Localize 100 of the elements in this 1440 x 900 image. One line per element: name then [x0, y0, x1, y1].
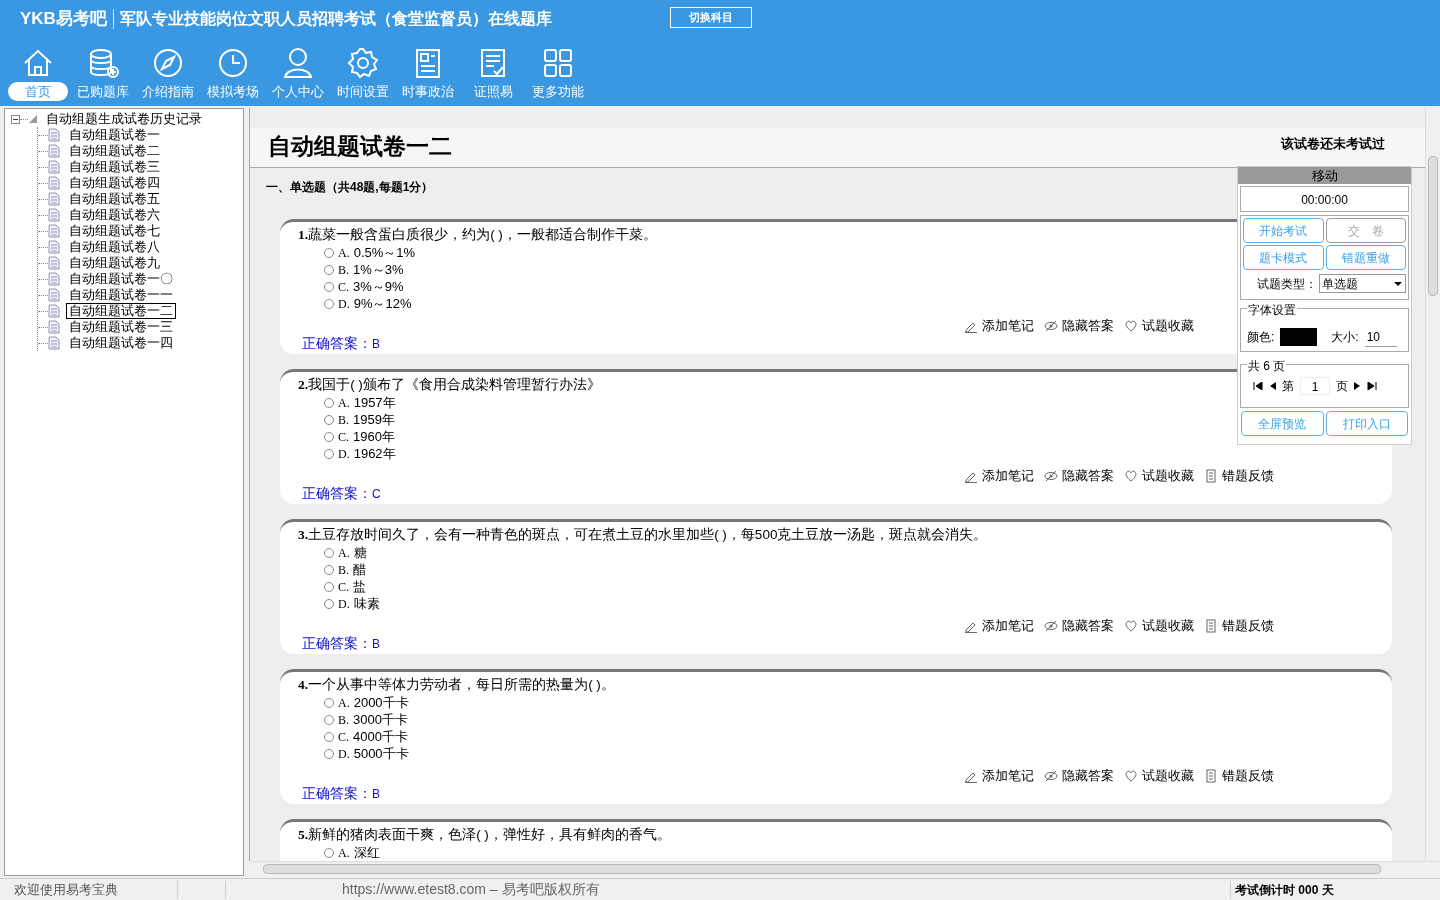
page-suffix: 页 [1336, 378, 1348, 395]
document-icon [1204, 468, 1218, 483]
question-text: 3.土豆存放时间久了，会有一种青色的斑点，可在煮土豆的水里加些( )，每500克土豆放一汤匙，斑点就会消失。 [298, 526, 988, 544]
tree-root[interactable]: 自动组题生成试卷历史记录 [46, 109, 202, 129]
option-label: A. [338, 544, 350, 562]
previous-page-icon[interactable] [1269, 382, 1276, 390]
status-copyright: https://www.etest8.com – 易考吧版权所有 [341, 880, 601, 899]
document-icon [1204, 768, 1218, 783]
radio-button[interactable] [324, 598, 334, 609]
action-link[interactable]: 试题收藏 [1142, 616, 1194, 636]
tree-item[interactable]: 自动组题试卷一二 [66, 303, 176, 319]
document-icon [48, 176, 60, 190]
radio-button[interactable] [324, 547, 334, 558]
tree-item[interactable]: 自动组题试卷四 [66, 175, 163, 191]
collapse-toggle[interactable] [11, 114, 20, 124]
action-link[interactable]: 添加笔记 [982, 316, 1034, 336]
action-link[interactable]: 试题收藏 [1142, 466, 1194, 486]
option-label: A. [338, 244, 350, 262]
tree-item[interactable]: 自动组题试卷一〇 [66, 271, 176, 287]
status-welcome: 欢迎使用易考宝典 [0, 879, 178, 900]
action-link[interactable]: 试题收藏 [1142, 316, 1194, 336]
option-label: C. [338, 578, 349, 596]
tree-item[interactable]: 自动组题试卷二 [66, 143, 163, 159]
action-link[interactable]: 错题反馈 [1222, 466, 1274, 486]
tree-item[interactable]: 自动组题试卷六 [66, 207, 163, 223]
radio-button[interactable] [324, 397, 334, 408]
eye-slash-icon [1044, 468, 1058, 483]
tree-item[interactable]: 自动组题试卷八 [66, 239, 163, 255]
radio-button[interactable] [324, 714, 334, 725]
heart-icon [1124, 768, 1138, 783]
action-link[interactable]: 添加笔记 [982, 766, 1034, 786]
radio-button[interactable] [324, 847, 334, 858]
next-page-icon[interactable] [1354, 382, 1361, 390]
radio-button[interactable] [324, 298, 334, 309]
action-link[interactable]: 错题反馈 [1222, 616, 1274, 636]
color-swatch[interactable] [1280, 328, 1318, 346]
action-link[interactable]: 隐藏答案 [1062, 466, 1114, 486]
correct-answer: 正确答案：B [302, 785, 380, 803]
action-link[interactable]: 隐藏答案 [1062, 616, 1114, 636]
option-text: 1959年 [353, 410, 395, 429]
tree-item[interactable]: 自动组题试卷五 [66, 191, 163, 207]
radio-button[interactable] [324, 247, 334, 258]
option-label: C. [338, 278, 349, 296]
document-icon [48, 128, 60, 142]
radio-button[interactable] [324, 581, 334, 592]
type-dropdown[interactable]: 单选题 [1319, 274, 1406, 293]
radio-button[interactable] [324, 281, 334, 292]
action-link[interactable]: 试题收藏 [1142, 766, 1194, 786]
radio-button[interactable] [324, 414, 334, 425]
heart-icon [1124, 468, 1138, 483]
eye-slash-icon [1044, 768, 1058, 783]
option-text: 0.5%～1% [353, 243, 416, 262]
radio-button[interactable] [324, 431, 334, 442]
action-link[interactable]: 隐藏答案 [1062, 316, 1114, 336]
radio-button[interactable] [324, 748, 334, 759]
size-field[interactable]: 10 [1364, 327, 1397, 347]
tree-item[interactable]: 自动组题试卷一一 [66, 287, 176, 303]
tree-item[interactable]: 自动组题试卷一 [66, 127, 163, 143]
radio-button[interactable] [324, 264, 334, 275]
option-text: 盐 [353, 577, 366, 596]
document-icon [48, 320, 60, 334]
correct-answer: 正确答案：B [302, 635, 380, 653]
exam-title: 自动组题试卷一二 [268, 131, 452, 161]
radio-button[interactable] [324, 448, 334, 459]
group-legend: 字体设置 [1247, 301, 1297, 319]
page-field[interactable]: 1 [1300, 377, 1330, 395]
option-label: D. [338, 595, 350, 613]
type-label: 试题类型： [1257, 275, 1317, 293]
heart-icon [1124, 318, 1138, 333]
document-icon [48, 208, 60, 222]
option-text: 5000千卡 [353, 744, 409, 763]
radio-button[interactable] [324, 564, 334, 575]
tree-item[interactable]: 自动组题试卷三 [66, 159, 163, 175]
last-page-icon[interactable] [1367, 382, 1377, 390]
action-link[interactable]: 隐藏答案 [1062, 766, 1114, 786]
action-link[interactable]: 添加笔记 [982, 616, 1034, 636]
option-label: A. [338, 844, 350, 861]
option-text: 2000千卡 [353, 693, 409, 712]
tree-item[interactable]: 自动组题试卷一三 [66, 319, 176, 335]
option-label: A. [338, 694, 350, 712]
status-countdown: 考试倒计时 000 天 [1230, 880, 1334, 899]
tree-item[interactable]: 自动组题试卷一四 [66, 335, 176, 351]
document-icon [48, 144, 60, 158]
first-page-icon[interactable] [1253, 382, 1263, 390]
action-link[interactable]: 添加笔记 [982, 466, 1034, 486]
option-label: B. [338, 711, 349, 729]
action-link[interactable]: 错题反馈 [1222, 766, 1274, 786]
option-text: 味素 [353, 594, 380, 613]
timer: 00:00:00 [1240, 186, 1409, 212]
option-text: 3000千卡 [353, 710, 408, 729]
tree-item[interactable]: 自动组题试卷九 [66, 255, 163, 271]
radio-button[interactable] [324, 697, 334, 708]
tree-item[interactable]: 自动组题试卷七 [66, 223, 163, 239]
document-icon [48, 336, 60, 350]
document-icon [1204, 618, 1218, 633]
radio-button[interactable] [324, 731, 334, 742]
question-text: 4.一个从事中等体力劳动者，每日所需的热量为( )。 [298, 676, 615, 694]
option-label: C. [338, 428, 349, 446]
option-text: 1%～3% [353, 260, 404, 279]
option-label: A. [338, 394, 350, 412]
